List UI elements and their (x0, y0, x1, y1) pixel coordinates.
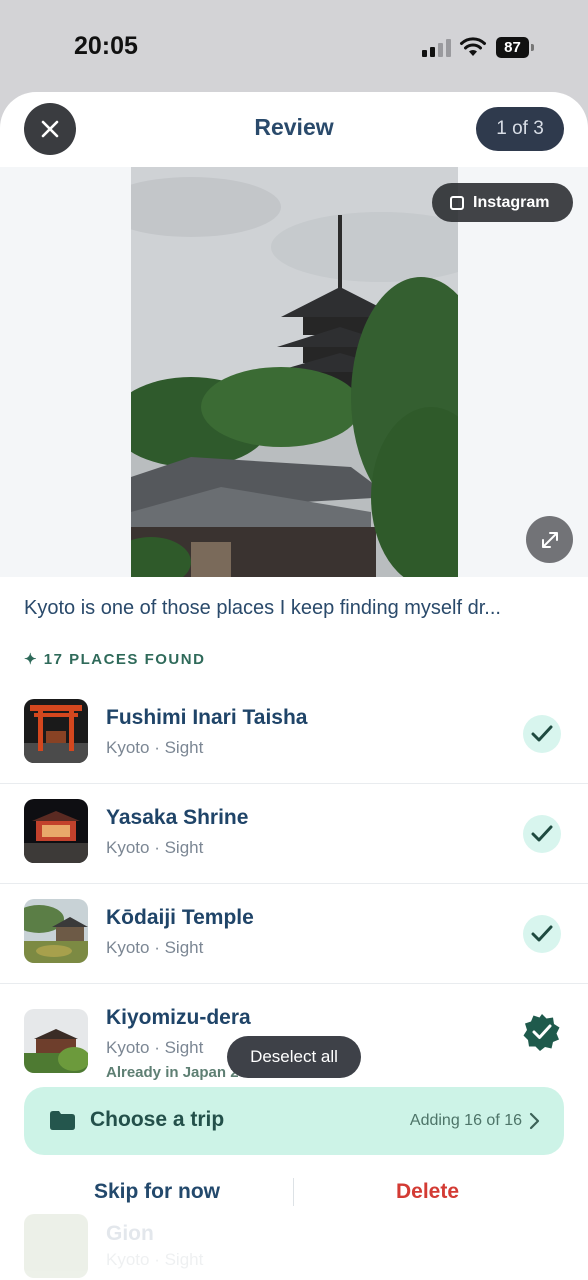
divider (293, 1178, 294, 1206)
place-thumbnail (24, 699, 88, 763)
post-media: Instagram (0, 167, 588, 577)
signal-icon (422, 39, 452, 57)
chevron-right-icon (529, 1112, 540, 1130)
check-icon (531, 725, 553, 742)
external-link-icon (450, 195, 464, 210)
review-counter: 1 of 3 (476, 107, 564, 151)
post-photo[interactable] (131, 167, 458, 577)
deselect-all-button[interactable]: Deselect all (227, 1036, 361, 1078)
place-thumbnail (24, 899, 88, 963)
trip-status: Adding 16 of 16 (409, 1112, 522, 1129)
folder-icon (50, 1111, 75, 1130)
place-thumbnail (24, 799, 88, 863)
choose-trip-button[interactable]: Choose a trip Adding 16 of 16 (24, 1087, 564, 1155)
place-name: Kiyomizu-dera (106, 1006, 251, 1029)
selected-checkbox[interactable] (523, 915, 561, 953)
trip-label: Choose a trip (90, 1108, 225, 1131)
place-meta: Kyoto · Sight (106, 838, 204, 857)
selected-checkbox[interactable] (523, 815, 561, 853)
place-name: Kōdaiji Temple (106, 906, 254, 929)
check-icon (531, 925, 553, 942)
status-bar: 20:05 87 (0, 0, 588, 92)
source-label: Instagram (473, 193, 550, 211)
place-meta: Kyoto · Sight (106, 938, 204, 957)
places-found-label: ✦ 17 PLACES FOUND (24, 651, 206, 668)
place-thumbnail (24, 1214, 88, 1278)
review-sheet: Review 1 of 3 Instagram Kyoto is one of … (0, 92, 588, 1280)
status-time: 20:05 (74, 32, 138, 60)
place-thumbnail (24, 1009, 88, 1073)
header: Review 1 of 3 (0, 92, 588, 168)
list-item[interactable]: Yasaka Shrine Kyoto · Sight (0, 784, 588, 884)
place-meta: Kyoto · Sight (106, 1038, 204, 1057)
place-meta: Kyoto · Sight (106, 738, 204, 757)
place-name: Fushimi Inari Taisha (106, 706, 308, 729)
post-caption[interactable]: Kyoto is one of those places I keep find… (24, 597, 564, 620)
list-item[interactable]: Fushimi Inari Taisha Kyoto · Sight (0, 684, 588, 784)
verified-badge-icon[interactable] (523, 1013, 561, 1051)
place-name: Gion (106, 1222, 154, 1245)
battery-level: 87 (496, 37, 529, 58)
pagoda-image (131, 167, 458, 577)
battery-icon: 87 (496, 37, 534, 59)
list-item[interactable]: Kōdaiji Temple Kyoto · Sight (0, 884, 588, 984)
expand-icon (541, 531, 558, 548)
delete-button[interactable]: Delete (396, 1180, 459, 1204)
action-bar: Skip for now Delete (0, 1170, 588, 1214)
instagram-source-button[interactable]: Instagram (432, 183, 573, 222)
check-icon (531, 825, 553, 842)
place-meta: Kyoto · Sight (106, 1250, 204, 1269)
wifi-icon (460, 37, 486, 56)
selected-checkbox[interactable] (523, 715, 561, 753)
place-name: Yasaka Shrine (106, 806, 249, 829)
skip-button[interactable]: Skip for now (94, 1180, 220, 1204)
expand-button[interactable] (526, 516, 573, 563)
